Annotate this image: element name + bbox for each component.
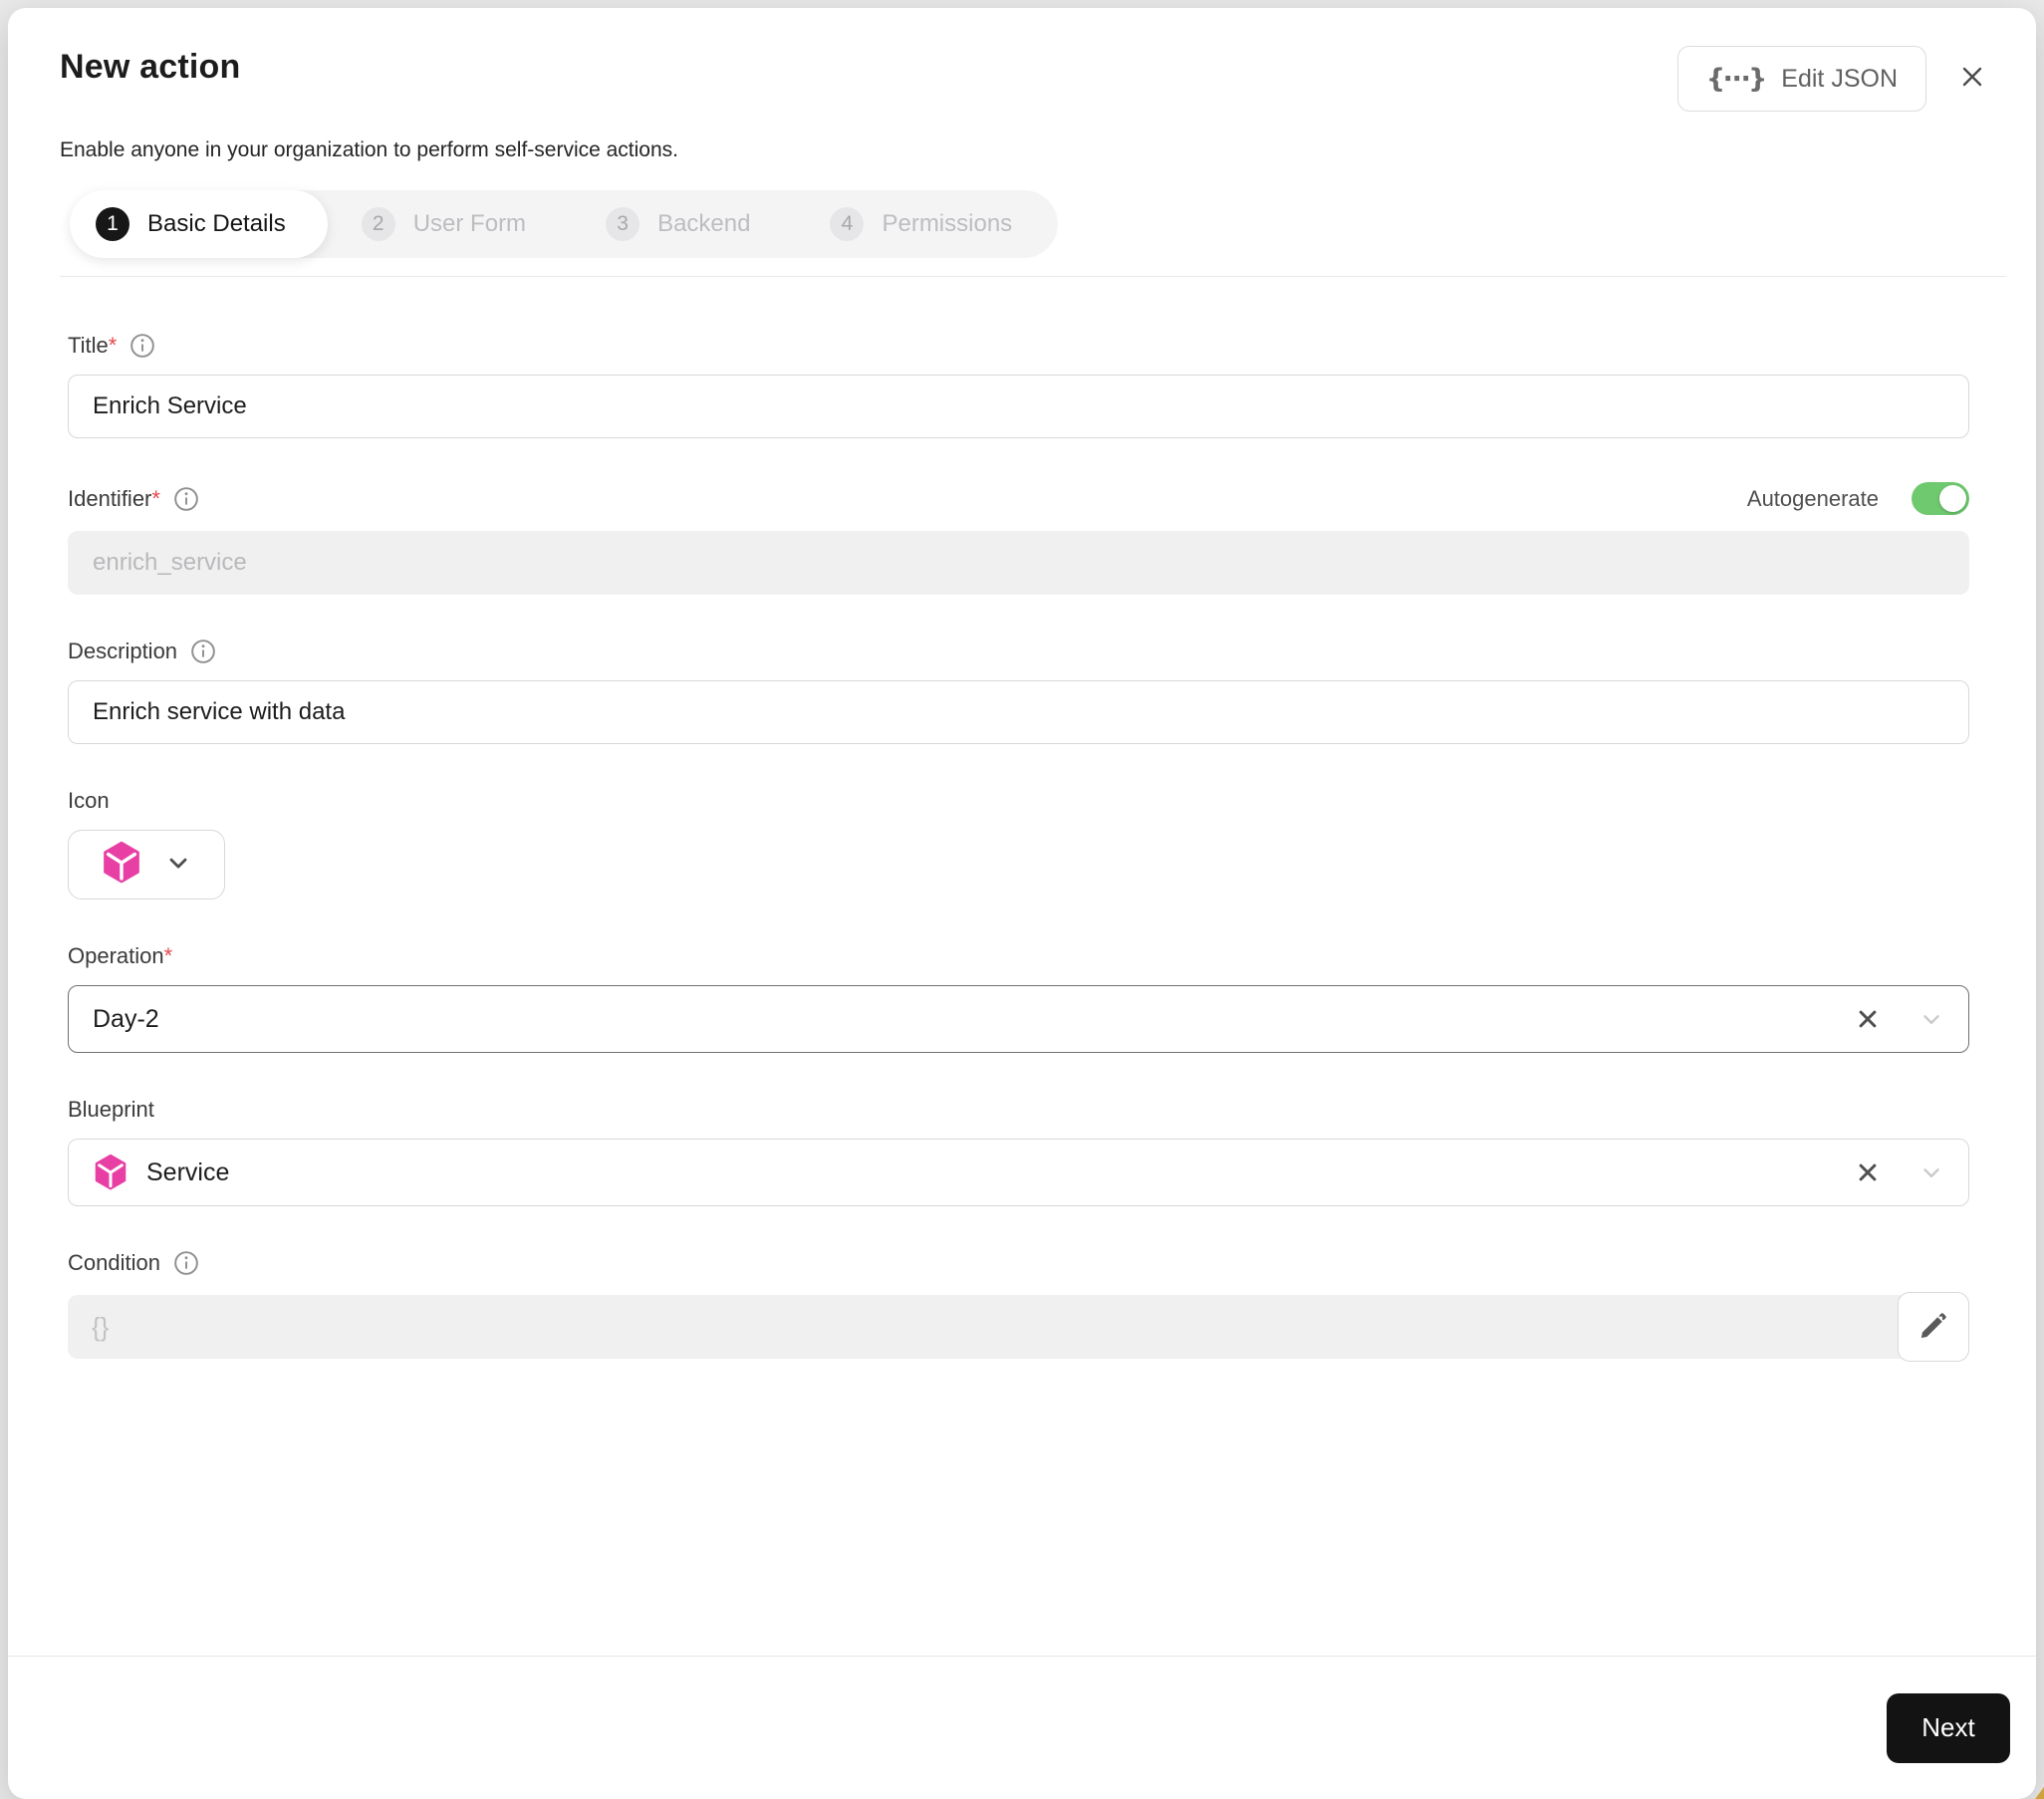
icon-dropdown[interactable] [68,830,225,900]
info-icon [190,639,216,664]
info-icon [173,1250,199,1276]
blueprint-select[interactable]: Service [68,1139,1969,1206]
step-basic-details[interactable]: 1 Basic Details [70,190,328,258]
blueprint-value: Service [146,1157,230,1186]
blueprint-field-group: Blueprint Service [68,1097,1969,1206]
clear-icon[interactable] [1853,1157,1883,1187]
dialog-subtitle: Enable anyone in your organization to pe… [60,138,678,161]
basic-details-form: Title* Identifier* Autogenerate [8,277,2036,1656]
new-action-dialog: New action {⋯} Edit JSON Enable anyone i… [8,8,2036,1799]
operation-label: Operation* [68,943,173,968]
code-braces-icon: {⋯} [1705,63,1767,95]
chevron-down-icon[interactable] [1918,1159,1944,1185]
info-icon [173,486,199,512]
clear-icon[interactable] [1853,1004,1883,1034]
step-permissions[interactable]: 4 Permissions [796,190,1058,258]
blueprint-label: Blueprint [68,1097,154,1122]
identifier-input [68,531,1969,595]
info-icon [129,333,155,359]
condition-placeholder: {} [92,1311,110,1342]
edit-condition-button[interactable] [1898,1292,1969,1362]
required-asterisk: * [151,485,160,511]
description-label: Description [68,639,178,663]
step-label: Backend [657,210,751,237]
stepper: 1 Basic Details 2 User Form 3 Backend 4 … [70,190,1059,258]
edit-json-label: Edit JSON [1781,64,1898,93]
operation-field-group: Operation* Day-2 [68,943,1969,1053]
chevron-down-icon [164,849,192,882]
required-asterisk: * [108,333,118,358]
background-artifact [2035,1787,2044,1799]
condition-field-group: Condition {} [68,1250,1969,1362]
edit-json-button[interactable]: {⋯} Edit JSON [1676,46,1926,112]
icon-field-group: Icon [68,788,1969,900]
toggle-knob [1939,485,1966,512]
service-cube-icon [93,1154,128,1191]
close-button[interactable] [1944,50,2000,106]
operation-value: Day-2 [93,1004,159,1033]
chevron-down-icon[interactable] [1918,1006,1944,1032]
description-input[interactable] [68,680,1969,744]
next-button[interactable]: Next [1887,1692,2010,1763]
autogenerate-toggle[interactable] [1912,482,1969,515]
identifier-label: Identifier* [68,485,160,511]
dialog-footer: Next [8,1656,2036,1799]
pencil-icon [1916,1309,1950,1346]
condition-label: Condition [68,1250,160,1275]
step-number-badge: 2 [361,207,395,241]
step-user-form[interactable]: 2 User Form [328,190,572,258]
page-title: New action [60,48,241,86]
step-backend[interactable]: 3 Backend [572,190,796,258]
step-number-badge: 3 [606,207,640,241]
dialog-header: New action {⋯} Edit JSON Enable anyone i… [8,8,2036,277]
condition-input: {} [68,1295,1902,1359]
icon-label: Icon [68,788,110,813]
step-number-badge: 4 [830,207,865,241]
identifier-field-group: Identifier* Autogenerate [68,482,1969,595]
required-asterisk: * [163,943,173,968]
title-input[interactable] [68,375,1969,438]
step-label: User Form [412,210,527,237]
service-cube-icon [101,841,142,890]
title-label: Title* [68,333,118,358]
step-label: Permissions [882,210,1013,237]
autogenerate-label: Autogenerate [1746,485,1879,511]
operation-select[interactable]: Day-2 [68,985,1969,1053]
step-label: Basic Details [147,210,286,237]
close-icon [1956,61,1988,96]
step-number-badge: 1 [96,207,129,241]
title-field-group: Title* [68,333,1969,438]
description-field-group: Description [68,639,1969,744]
